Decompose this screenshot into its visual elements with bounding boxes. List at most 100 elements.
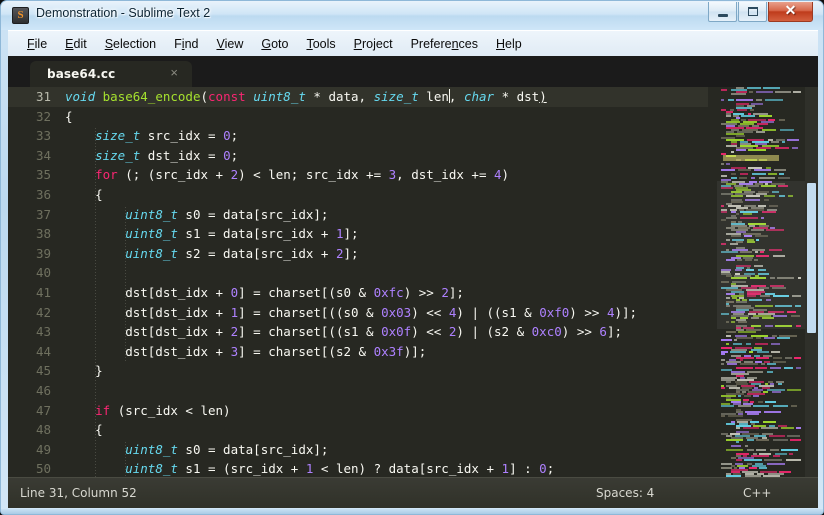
code-line[interactable]: 33 size_t src_idx = 0; [8,126,708,146]
menu-item-help[interactable]: Help [487,34,531,54]
line-number: 32 [8,107,60,127]
menu-item-selection[interactable]: Selection [96,34,165,54]
token-type: uint8_t [125,226,178,241]
minimap-code-line [753,405,769,407]
line-number: 47 [8,401,60,421]
minimap-code-line [728,415,743,417]
minimap-code-line [756,91,773,93]
code-editor-area[interactable]: 31void base64_encode(const uint8_t * dat… [8,87,818,477]
minimap-code-line [739,177,747,179]
code-line[interactable]: 50 uint8_t s1 = (src_idx + 1 < len) ? da… [8,459,708,477]
code-line[interactable]: 32{ [8,107,708,127]
code-line[interactable]: 41 dst[dst_idx + 0] = charset[(s0 & 0xfc… [8,283,708,303]
code-line[interactable]: 40 [8,263,708,283]
code-line[interactable]: 47 if (src_idx < len) [8,401,708,421]
line-source: uint8_t s0 = data[src_idx]; [60,205,328,225]
tab-close-icon[interactable]: × [170,66,178,80]
token-plain: ) [502,167,510,182]
code-line[interactable]: 42 dst[dst_idx + 1] = charset[((s0 & 0x0… [8,303,708,323]
minimap-code-line [781,427,794,429]
minimap-code-line [730,351,746,353]
code-line[interactable]: 48 { [8,420,708,440]
token-plain: )]; [404,344,427,359]
code-line[interactable]: 43 dst[dst_idx + 2] = charset[((s1 & 0x0… [8,322,708,342]
minimap-code-line [728,99,734,101]
minimap-code-line [771,343,780,345]
close-button[interactable]: ✕ [768,2,813,22]
scrollbar-thumb[interactable] [807,183,816,333]
token-num: 2 [231,324,239,339]
minimap-code-line [764,337,775,339]
minimap-code-line [772,391,781,393]
minimap-code-line [773,439,788,441]
minimap-code-line [773,455,780,457]
minimap-code-line [749,467,757,469]
token-fn: base64_encode [103,89,201,104]
menu-item-find[interactable]: Find [165,34,207,54]
code-line[interactable]: 39 uint8_t s2 = data[src_idx + 2]; [8,244,708,264]
minimap-code-line [769,435,785,437]
token-plain: { [65,187,103,202]
line-number: 45 [8,361,60,381]
menu-item-file[interactable]: File [18,34,56,54]
token-plain: s0 = data[src_idx]; [178,442,329,457]
minimap-viewport[interactable] [717,181,805,329]
minimap-code-line [771,141,779,143]
menu-item-project[interactable]: Project [345,34,402,54]
minimap-code-line [736,357,754,359]
minimize-button[interactable] [708,2,737,22]
minimap-code-line [747,87,761,89]
code-content[interactable]: 31void base64_encode(const uint8_t * dat… [8,87,708,477]
token-plain: ] = charset[(s0 & [238,285,373,300]
minimap-code-line [726,115,731,117]
code-line[interactable]: 34 size_t dst_idx = 0; [8,146,708,166]
token-type: void [65,89,95,104]
line-number: 50 [8,459,60,477]
code-line[interactable]: 35 for (; (src_idx + 2) < len; src_idx +… [8,165,708,185]
window-title: Demonstration - Sublime Text 2 [36,6,210,20]
token-plain: dst[dst_idx + [65,285,231,300]
minimap-code-line [761,427,778,429]
indentation-status[interactable]: Spaces: 4 [596,486,654,500]
code-line[interactable]: 49 uint8_t s0 = data[src_idx]; [8,440,708,460]
minimap-code-line [780,129,794,131]
minimap-code-line [737,109,747,111]
token-num: 0x0f [381,324,411,339]
minimize-icon [718,14,728,17]
maximize-button[interactable] [738,2,767,22]
minimap-code-line [731,445,741,447]
menu-item-edit[interactable]: Edit [56,34,96,54]
token-key: if [95,403,110,418]
menu-item-goto[interactable]: Goto [252,34,297,54]
token-type: size_t [374,89,419,104]
minimap-code-line [756,99,762,101]
vertical-scrollbar[interactable] [805,87,818,477]
minimap-code-line [721,415,725,417]
code-line[interactable]: 46 [8,381,708,401]
line-number: 49 [8,440,60,460]
tab-label: base64.cc [47,67,115,81]
code-minimap[interactable] [717,87,805,477]
code-line[interactable]: 31void base64_encode(const uint8_t * dat… [8,87,708,107]
code-line[interactable]: 45 } [8,361,708,381]
code-line[interactable]: 37 uint8_t s0 = data[src_idx]; [8,205,708,225]
token-type: uint8_t [125,461,178,476]
minimap-code-line [740,363,758,365]
title-bar[interactable]: S Demonstration - Sublime Text 2 ✕ [1,1,824,30]
code-line[interactable]: 38 uint8_t s1 = data[src_idx + 1]; [8,224,708,244]
tab-base64-cc[interactable]: base64.cc × [30,61,192,87]
token-plain: s0 = data[src_idx]; [178,207,329,222]
line-number: 41 [8,283,60,303]
token-num: 1 [231,305,239,320]
token-plain: ; [547,461,555,476]
token-plain: (src_idx < len) [110,403,230,418]
code-line[interactable]: 36 { [8,185,708,205]
syntax-status[interactable]: C++ [743,486,772,500]
minimap-code-line [736,135,745,137]
minimap-code-line [726,381,731,383]
code-line[interactable]: 44 dst[dst_idx + 3] = charset[(s2 & 0x3f… [8,342,708,362]
minimap-code-line [786,459,801,461]
menu-item-view[interactable]: View [207,34,252,54]
menu-item-preferences[interactable]: Preferences [402,34,487,54]
menu-item-tools[interactable]: Tools [297,34,344,54]
